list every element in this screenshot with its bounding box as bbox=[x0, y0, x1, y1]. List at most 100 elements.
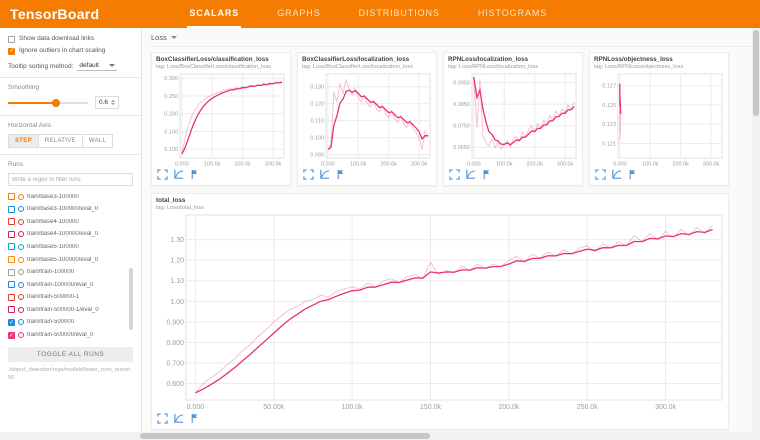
svg-text:0.100: 0.100 bbox=[310, 136, 324, 142]
run-checkbox[interactable] bbox=[8, 206, 15, 213]
run-row[interactable]: train/base3-100000/eval_0 bbox=[8, 203, 126, 216]
run-isolator-icon[interactable] bbox=[18, 231, 24, 237]
runs-filter-input[interactable] bbox=[8, 173, 133, 186]
tab-graphs[interactable]: GRAPHS bbox=[275, 0, 322, 28]
run-isolator-icon[interactable] bbox=[18, 282, 24, 288]
pin-button[interactable] bbox=[334, 170, 346, 182]
pin-button[interactable] bbox=[626, 170, 638, 182]
run-isolator-icon[interactable] bbox=[18, 332, 24, 338]
toggle-all-runs-button[interactable]: TOGGLE ALL RUNS bbox=[8, 347, 133, 362]
run-checkbox[interactable] bbox=[8, 218, 15, 225]
expand-button[interactable] bbox=[156, 414, 168, 426]
horizontal-scrollbar[interactable] bbox=[0, 432, 760, 440]
pin-button[interactable] bbox=[188, 414, 200, 426]
tooltip-sorting-label: Tooltip sorting method: bbox=[8, 63, 73, 70]
chart-actions bbox=[448, 168, 578, 183]
tab-distributions[interactable]: DISTRIBUTIONS bbox=[357, 0, 442, 28]
run-row[interactable]: train/train-500000-1 bbox=[8, 291, 126, 304]
tab-histograms[interactable]: HISTOGRAMS bbox=[476, 0, 549, 28]
run-row[interactable]: ✓ train/train-500000 bbox=[8, 316, 126, 329]
expand-button[interactable] bbox=[156, 170, 168, 182]
svg-text:0.200: 0.200 bbox=[164, 112, 178, 118]
run-checkbox[interactable] bbox=[8, 243, 15, 250]
run-row[interactable]: train/train-100000/eval_0 bbox=[8, 278, 126, 291]
svg-text:0.123: 0.123 bbox=[602, 122, 616, 128]
chart-card-classification-loss: BoxClassifierLoss/classification_loss ta… bbox=[151, 52, 291, 186]
horizontal-scrollbar-thumb[interactable] bbox=[140, 433, 430, 439]
run-row[interactable]: train/base4-100000 bbox=[8, 215, 126, 228]
run-isolator-icon[interactable] bbox=[18, 194, 24, 200]
show-download-links-option[interactable]: Show data download links bbox=[8, 35, 133, 43]
app-header: TensorBoard SCALARSGRAPHSDISTRIBUTIONSHI… bbox=[0, 0, 760, 28]
log-scale-button[interactable] bbox=[610, 170, 622, 182]
run-isolator-icon[interactable] bbox=[18, 257, 24, 263]
ignore-outliers-option[interactable]: Ignore outliers in chart scaling bbox=[8, 47, 133, 55]
log-scale-icon bbox=[173, 413, 184, 427]
smoothing-slider-thumb[interactable] bbox=[52, 99, 60, 107]
svg-text:200.0k: 200.0k bbox=[526, 162, 543, 168]
tab-scalars[interactable]: SCALARS bbox=[187, 0, 241, 28]
ignore-outliers-checkbox[interactable] bbox=[8, 48, 15, 55]
vertical-scrollbar-thumb[interactable] bbox=[753, 30, 759, 116]
run-checkbox[interactable] bbox=[8, 306, 15, 313]
line-chart[interactable]: 0.6000.7000.8000.9001.001.101.201.300.00… bbox=[156, 212, 724, 412]
pin-button[interactable] bbox=[188, 170, 200, 182]
run-isolator-icon[interactable] bbox=[18, 319, 24, 325]
line-chart[interactable]: 0.1210.1230.1250.1270.000100.0k200.0k300… bbox=[594, 71, 724, 168]
smoothing-slider[interactable] bbox=[8, 102, 88, 104]
axis-button-wall[interactable]: WALL bbox=[83, 134, 113, 148]
svg-text:1.20: 1.20 bbox=[170, 258, 184, 265]
run-checkbox[interactable] bbox=[8, 269, 15, 276]
log-scale-button[interactable] bbox=[172, 414, 184, 426]
run-isolator-icon[interactable] bbox=[18, 219, 24, 225]
line-chart[interactable]: 0.1000.1500.2000.2500.3000.000100.0k200.… bbox=[156, 71, 286, 168]
run-isolator-icon[interactable] bbox=[18, 269, 24, 275]
run-isolator-icon[interactable] bbox=[18, 294, 24, 300]
run-isolator-icon[interactable] bbox=[18, 244, 24, 250]
svg-text:0.000: 0.000 bbox=[175, 162, 189, 168]
run-isolator-icon[interactable] bbox=[18, 307, 24, 313]
expand-button[interactable] bbox=[594, 170, 606, 182]
run-row[interactable]: train/base5-100000 bbox=[8, 241, 126, 254]
line-chart[interactable]: 0.0900.1000.1100.1200.1300.000100.0k200.… bbox=[302, 71, 432, 168]
run-row[interactable]: train/base5-100000/eval_0 bbox=[8, 253, 126, 266]
run-checkbox[interactable] bbox=[8, 281, 15, 288]
log-scale-icon bbox=[611, 169, 622, 183]
run-label: train/train-500000 bbox=[27, 319, 74, 325]
run-isolator-icon[interactable] bbox=[18, 206, 24, 212]
run-checkbox[interactable] bbox=[8, 193, 15, 200]
show-download-links-checkbox[interactable] bbox=[8, 36, 15, 43]
axis-button-relative[interactable]: RELATIVE bbox=[39, 134, 83, 148]
log-scale-button[interactable] bbox=[318, 170, 330, 182]
pin-button[interactable] bbox=[480, 170, 492, 182]
expand-button[interactable] bbox=[302, 170, 314, 182]
svg-text:0.120: 0.120 bbox=[310, 102, 324, 108]
log-scale-button[interactable] bbox=[464, 170, 476, 182]
category-header-loss[interactable]: Loss bbox=[151, 31, 752, 47]
run-row[interactable]: train/base4-100000/eval_0 bbox=[8, 228, 126, 241]
tooltip-sorting-select[interactable]: default bbox=[77, 61, 117, 71]
log-scale-button[interactable] bbox=[172, 170, 184, 182]
run-checkbox[interactable] bbox=[8, 294, 15, 301]
smoothing-stepper[interactable] bbox=[111, 98, 115, 107]
run-row[interactable]: ✓train/train-500000/eval_0 bbox=[8, 329, 126, 342]
chart-card-rpn-localization-loss: RPNLoss/localization_loss tag: Loss/RPNL… bbox=[443, 52, 583, 186]
run-row[interactable]: train/base3-100000 bbox=[8, 190, 126, 203]
smoothing-value-box[interactable]: 0.6 bbox=[95, 96, 119, 109]
run-checkbox[interactable] bbox=[8, 256, 15, 263]
run-checkbox[interactable] bbox=[8, 231, 15, 238]
svg-text:0.090: 0.090 bbox=[310, 153, 324, 159]
chart-title: BoxClassifierLoss/localization_loss bbox=[302, 56, 432, 63]
vertical-scrollbar[interactable] bbox=[752, 28, 760, 432]
run-checkbox[interactable]: ✓ bbox=[8, 319, 15, 326]
run-checkbox[interactable]: ✓ bbox=[8, 332, 15, 339]
run-row[interactable]: train/train-100000 bbox=[8, 266, 126, 279]
run-row[interactable]: train/train-500000-1/eval_0 bbox=[8, 304, 126, 317]
expand-button[interactable] bbox=[448, 170, 460, 182]
svg-text:100.0k: 100.0k bbox=[496, 162, 513, 168]
axis-button-step[interactable]: STEP bbox=[8, 134, 39, 148]
run-list-scrollbar[interactable] bbox=[129, 268, 133, 330]
line-chart[interactable]: 0.06500.07500.08500.09500.000100.0k200.0… bbox=[448, 71, 578, 168]
pin-icon bbox=[335, 169, 346, 183]
log-scale-icon bbox=[465, 169, 476, 183]
